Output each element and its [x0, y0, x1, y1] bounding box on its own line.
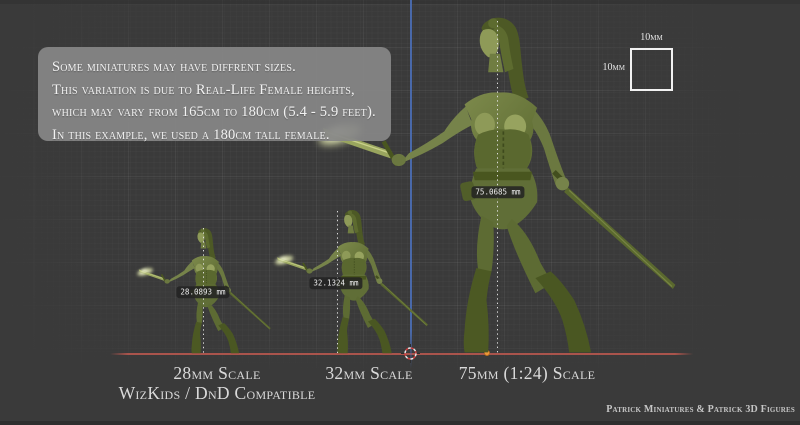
- info-line-1: Some miniatures may have diffrent sizes.: [52, 56, 381, 79]
- scale-caption-28mm-title: 28mm Scale: [119, 364, 316, 384]
- scale-caption-75mm-title: 75mm (1:24) Scale: [459, 364, 596, 384]
- reference-square-side-label: 10mm: [583, 62, 625, 73]
- info-line-3: which may vary from 165cm to 180cm (5.4 …: [52, 101, 381, 124]
- measurement-label-75mm: 75.0685 mm: [471, 186, 524, 198]
- measurement-label-28mm: 28.0893 mm: [176, 286, 229, 298]
- scale-caption-28mm: 28mm Scale WizKids / DnD Compatible: [119, 364, 316, 403]
- bottom-shade: [0, 421, 800, 425]
- measurement-label-32mm: 32.1324 mm: [309, 277, 362, 289]
- scale-caption-32mm-title: 32mm Scale: [325, 364, 412, 384]
- reference-square-top-label: 10mm: [630, 32, 673, 43]
- scale-caption-32mm: 32mm Scale: [325, 364, 412, 384]
- 3d-viewport[interactable]: 28.0893 mm 32.1324 mm 75.0685 mm Some mi…: [0, 0, 800, 425]
- watermark-text: Patrick Miniatures & Patrick 3D Figures: [606, 404, 795, 415]
- info-box: Some miniatures may have diffrent sizes.…: [38, 47, 391, 141]
- scale-caption-75mm: 75mm (1:24) Scale: [459, 364, 596, 384]
- info-line-4: In this example, we used a 180cm tall fe…: [52, 124, 381, 147]
- scale-caption-28mm-subtitle: WizKids / DnD Compatible: [119, 384, 316, 404]
- 3d-cursor-icon[interactable]: [401, 344, 420, 363]
- reference-square: [630, 48, 673, 91]
- info-line-2: This variation is due to Real-Life Femal…: [52, 79, 381, 102]
